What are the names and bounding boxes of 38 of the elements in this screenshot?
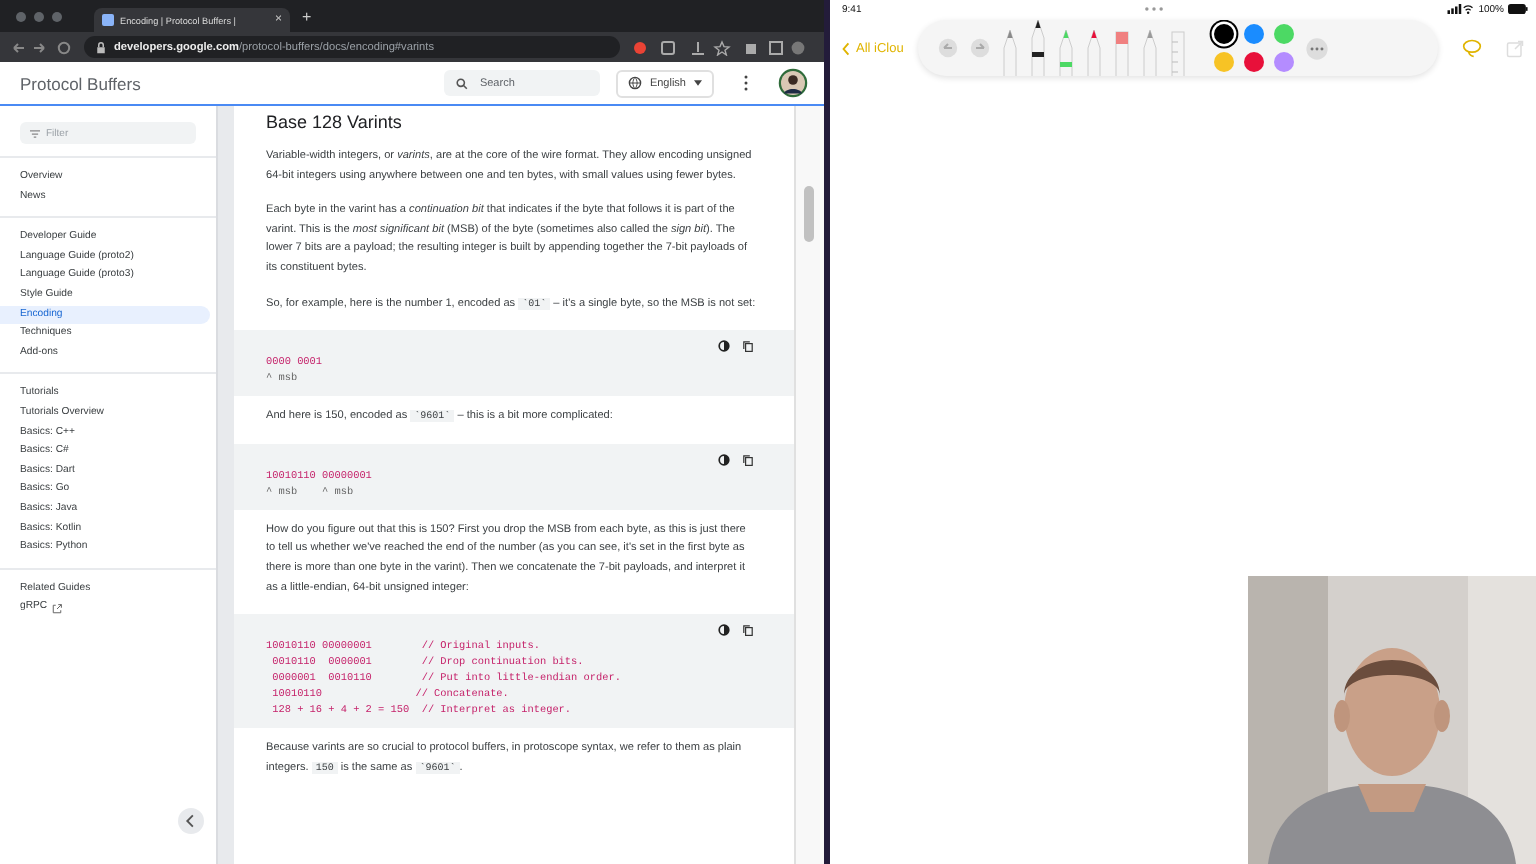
external-link-icon: [51, 603, 62, 614]
color-swatch[interactable]: [1214, 52, 1234, 72]
navigation-icon[interactable]: [12, 39, 72, 55]
copy-icon[interactable]: [742, 340, 754, 353]
theme-toggle-icon[interactable]: [718, 624, 730, 637]
search-icon: [455, 77, 468, 89]
more-icon[interactable]: [1306, 37, 1328, 59]
battery-icon: [1508, 4, 1528, 14]
redo-icon[interactable]: [970, 38, 990, 58]
lock-icon: [96, 41, 106, 53]
theme-toggle-icon[interactable]: [718, 453, 730, 466]
color-swatch[interactable]: [1274, 24, 1294, 44]
color-swatch[interactable]: [1244, 24, 1264, 44]
color-swatch[interactable]: [1274, 52, 1294, 72]
scrollbar-thumb[interactable]: [804, 186, 814, 242]
scrollbar[interactable]: [794, 106, 824, 864]
site-title[interactable]: Protocol Buffers: [20, 73, 428, 93]
multitasking-icon[interactable]: [1143, 6, 1164, 12]
copy-icon[interactable]: [742, 624, 754, 637]
more-icon[interactable]: [742, 74, 750, 92]
color-swatch[interactable]: [1214, 24, 1234, 44]
globe-icon: [627, 76, 642, 90]
lasso-icon[interactable]: [1462, 38, 1482, 58]
favicon-icon: [102, 14, 114, 26]
filter-icon: [30, 129, 40, 137]
undo-icon[interactable]: [938, 38, 958, 58]
copy-icon[interactable]: [742, 453, 754, 466]
page-heading: Base 128 Varints: [266, 112, 404, 132]
avatar-icon[interactable]: [778, 68, 808, 98]
chevron-left-icon: [842, 41, 850, 55]
collapse-button[interactable]: [178, 808, 204, 834]
drawing-tool-icon[interactable]: [1030, 20, 1046, 76]
caret-icon: [694, 80, 702, 86]
window-controls-icon[interactable]: [16, 11, 62, 21]
theme-toggle-icon[interactable]: [718, 340, 730, 353]
new-tab-button[interactable]: +: [302, 7, 312, 25]
color-swatch[interactable]: [1244, 52, 1264, 72]
signal-wifi-icon: [1446, 4, 1475, 14]
